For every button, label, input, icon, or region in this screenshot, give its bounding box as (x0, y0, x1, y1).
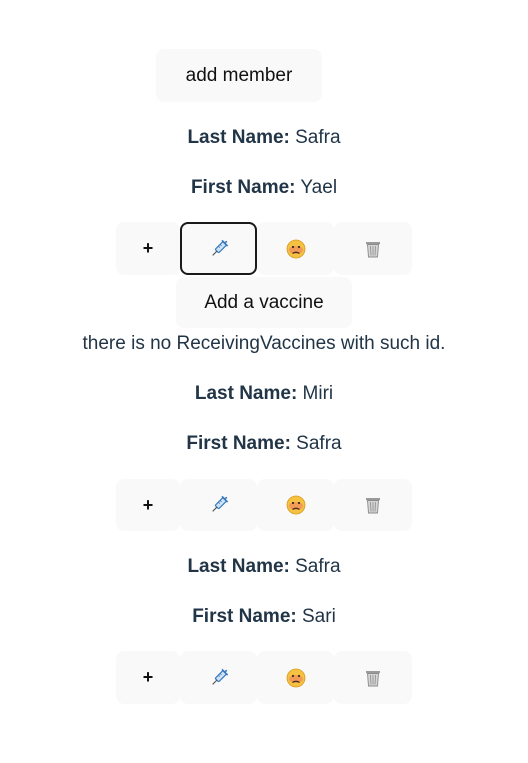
trash-can-icon (363, 239, 383, 259)
sick-face-icon (286, 239, 306, 259)
member-2-plus-button[interactable]: + (116, 479, 180, 531)
plus-icon: + (142, 238, 154, 258)
trash-can-icon (363, 495, 383, 515)
member-1-delete-button[interactable] (334, 222, 412, 275)
member-3-sick-button[interactable] (257, 651, 334, 704)
plus-icon: + (142, 494, 154, 515)
member-2-last-name: Last Name: Miri (194, 383, 334, 404)
add-vaccine-button[interactable]: Add a vaccine (176, 277, 352, 328)
member-1-vaccine-button[interactable] (180, 222, 257, 275)
member-3-plus-button[interactable]: + (116, 651, 180, 704)
member-3-first-name: First Name: Sari (192, 606, 336, 627)
member-2-vaccine-button[interactable] (180, 479, 257, 531)
member-1-plus-button[interactable]: + (116, 222, 180, 275)
add-member-button[interactable]: add member (156, 49, 322, 102)
member-3-last-name: Last Name: Safra (187, 556, 341, 577)
sick-face-icon (286, 668, 306, 688)
member-2-sick-button[interactable] (257, 479, 334, 531)
member-1-last-name: Last Name: Safra (187, 127, 341, 148)
plus-icon: + (142, 667, 154, 687)
member-3-delete-button[interactable] (334, 651, 412, 704)
syringe-icon (209, 239, 229, 259)
member-2-delete-button[interactable] (334, 479, 412, 531)
vaccine-empty-message: there is no ReceivingVaccines with such … (82, 333, 446, 354)
syringe-icon (209, 668, 229, 688)
member-1-first-name: First Name: Yael (190, 177, 338, 198)
member-2-first-name: First Name: Safra (186, 433, 342, 454)
member-3-vaccine-button[interactable] (180, 651, 257, 704)
sick-face-icon (286, 495, 306, 515)
trash-can-icon (363, 668, 383, 688)
member-1-sick-button[interactable] (257, 222, 334, 275)
syringe-icon (209, 495, 229, 515)
